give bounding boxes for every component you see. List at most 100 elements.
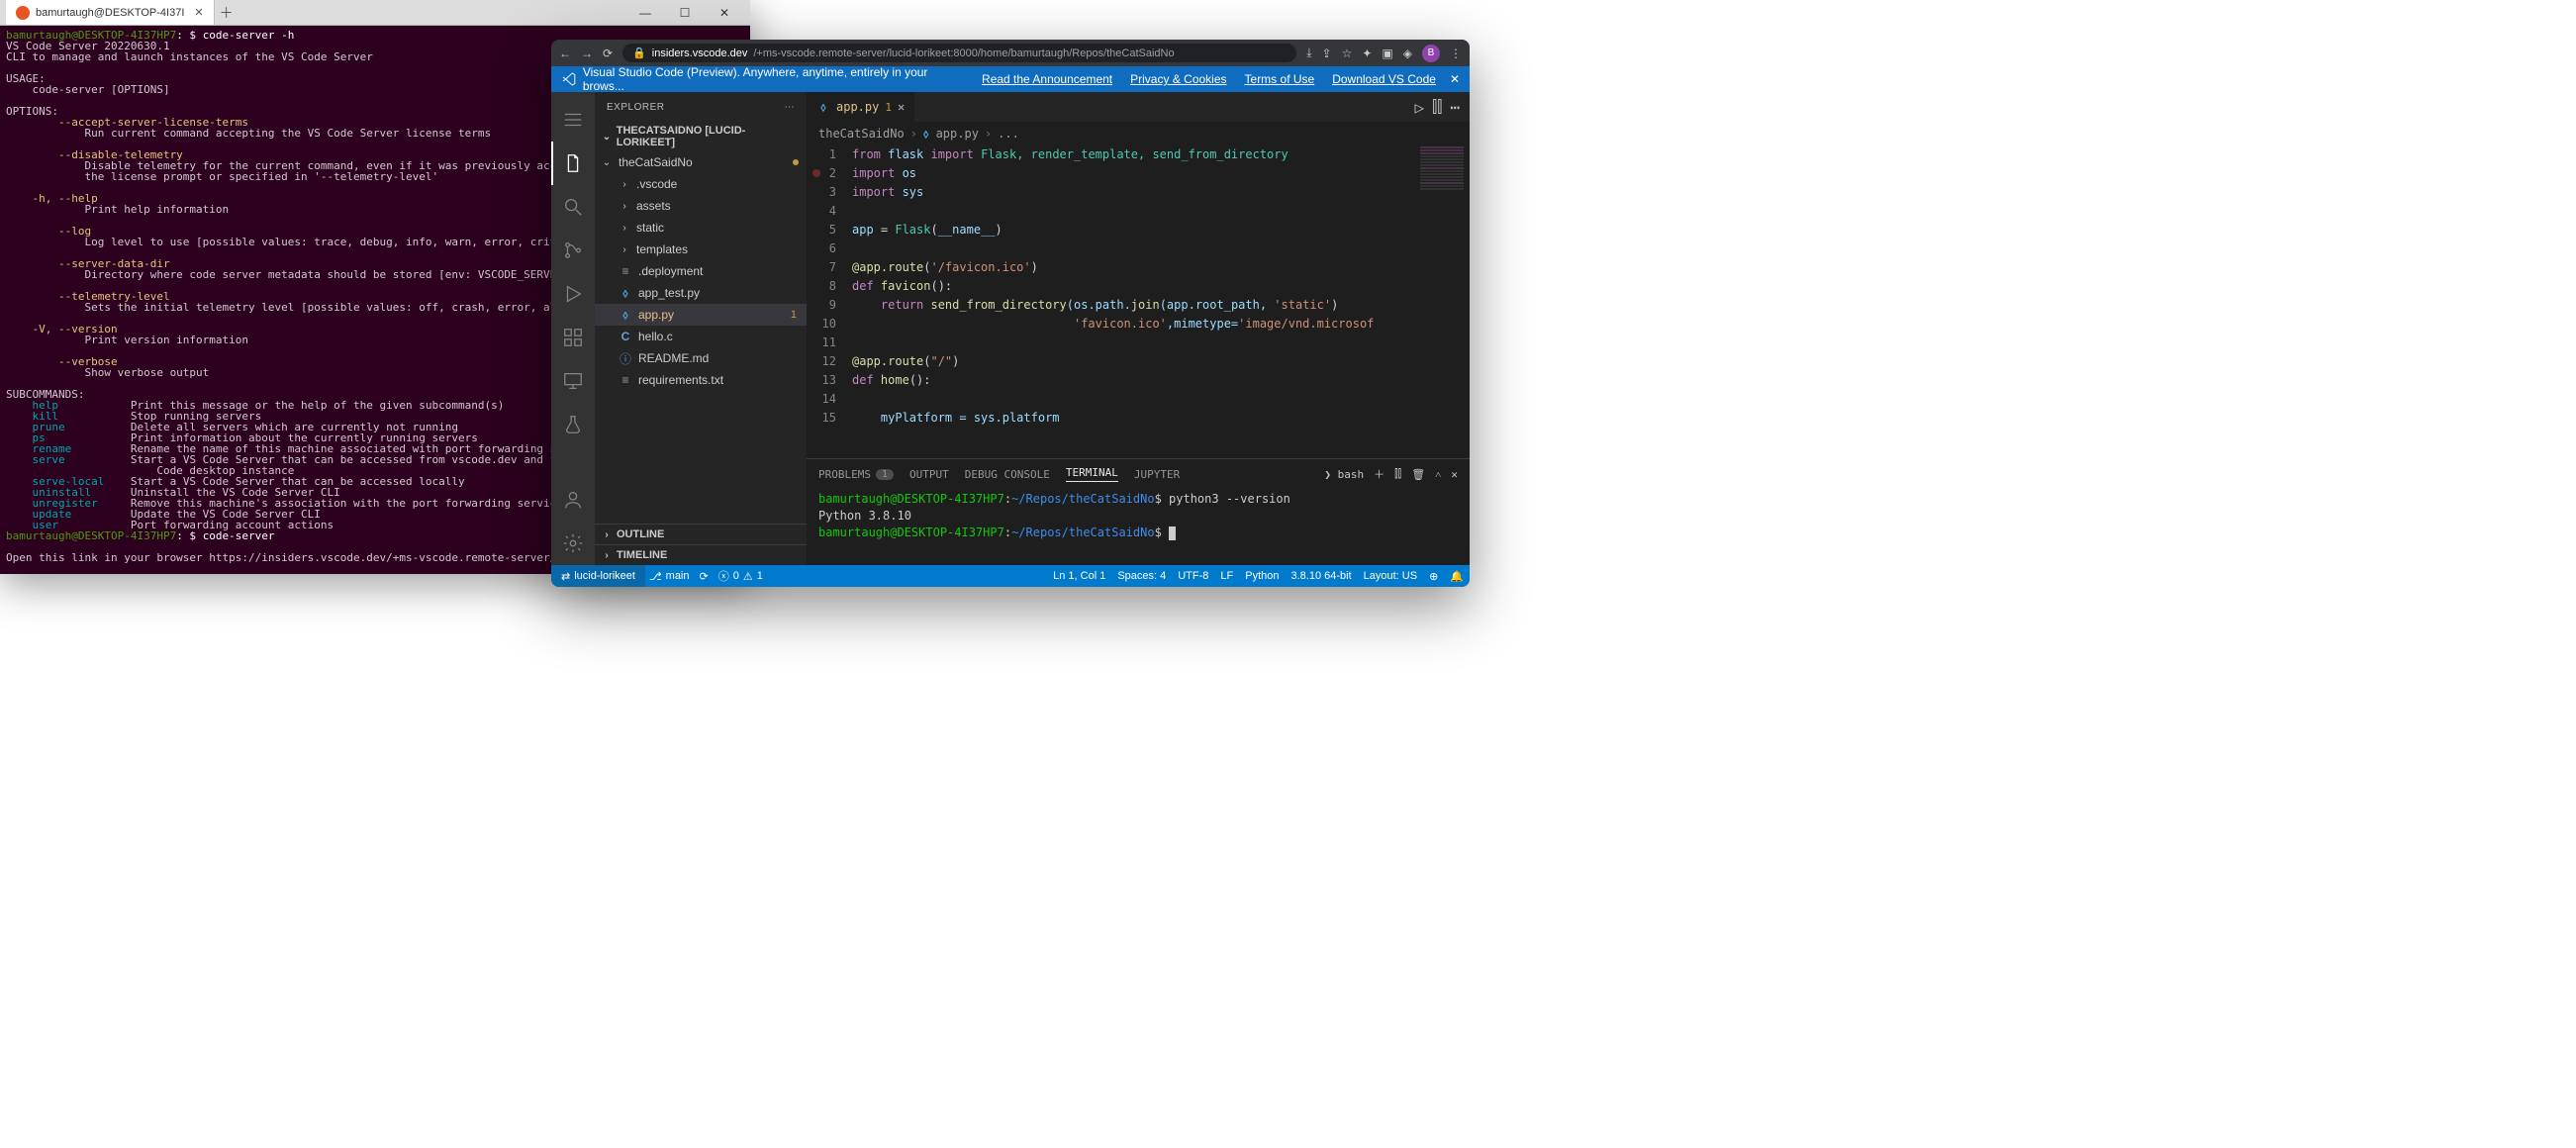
tree-file[interactable]: C hello.c [595,326,807,347]
cursor-position[interactable]: Ln 1, Col 1 [1053,570,1105,582]
shell-selector[interactable]: ❯ bash [1324,468,1364,481]
tree-folder[interactable]: › static [595,217,807,239]
sync-button[interactable]: ⟳ [700,570,709,583]
extension-icon-2[interactable]: ▣ [1382,47,1392,60]
accounts-icon[interactable] [551,478,595,522]
reload-button[interactable]: ⟳ [603,47,613,60]
outline-section[interactable]: › OUTLINE [595,524,807,544]
folder-name: static [636,221,664,235]
maximize-button[interactable]: ☐ [665,6,705,20]
extensions-icon[interactable] [551,316,595,359]
code-content[interactable]: from flask import Flask, render_template… [852,145,1470,458]
panel-tab-output[interactable]: OUTPUT [909,468,949,481]
panel-tab-problems[interactable]: PROBLEMS1 [818,468,894,481]
breadcrumb-separator: › [910,127,917,141]
terminal-panel[interactable]: bamurtaugh@DESKTOP-4I37HP7:~/Repos/theCa… [807,489,1470,565]
banner-link[interactable]: Read the Announcement [982,72,1112,86]
breadcrumb-item[interactable]: ... [998,127,1019,141]
split-editor-icon[interactable]: ⫿⫿ [1432,97,1442,117]
banner-link[interactable]: Privacy & Cookies [1130,72,1226,86]
encoding[interactable]: UTF-8 [1178,570,1208,582]
tree-file[interactable]: ⬨ app_test.py [595,282,807,304]
address-bar[interactable]: 🔒 insiders.vscode.dev/+ms-vscode.remote-… [622,44,1296,62]
close-button[interactable]: ✕ [705,6,744,20]
panel-actions: ❯ bash ＋ ⫿⫿ 🗑 ˄ ✕ [1324,466,1458,482]
tree-root[interactable]: ⌄ theCatSaidNo [595,151,807,173]
language-mode[interactable]: Python [1245,570,1279,582]
settings-icon[interactable] [551,522,595,565]
share-icon[interactable]: ⇪ [1322,47,1332,60]
run-button[interactable]: ▷ [1414,98,1424,117]
breadcrumbs[interactable]: theCatSaidNo›⬨ app.py›... [807,122,1470,145]
trash-icon[interactable]: 🗑 [1411,468,1425,481]
star-icon[interactable]: ☆ [1342,47,1353,60]
forward-button[interactable]: → [581,47,593,60]
new-tab-button[interactable]: ＋ [215,3,239,23]
eol[interactable]: LF [1220,570,1233,582]
remote-explorer-icon[interactable] [551,359,595,403]
explorer-sidebar: EXPLORER ⋯ ⌄ THECATSAIDNO [LUCID-LORIKEE… [595,92,807,565]
feedback-icon[interactable]: ⊕ [1429,570,1438,583]
back-button[interactable]: ← [559,47,571,60]
py-file-icon: ⬨ [619,286,632,301]
workspace-section[interactable]: ⌄ THECATSAIDNO [LUCID-LORIKEET] [595,122,807,151]
explorer-more-icon[interactable]: ⋯ [785,102,796,113]
bell-icon[interactable]: 🔔 [1450,570,1464,583]
menu-button[interactable]: ⋮ [1450,47,1462,60]
search-icon[interactable] [551,185,595,229]
banner-title: Visual Studio Code (Preview). Anywhere, … [583,65,968,93]
source-control-icon[interactable] [551,229,595,272]
indentation[interactable]: Spaces: 4 [1117,570,1166,582]
extension-icon-3[interactable]: ◈ [1403,47,1412,60]
new-terminal-icon[interactable]: ＋ [1374,466,1384,482]
terminal-tab[interactable]: bamurtaugh@DESKTOP-4I37I ✕ [6,0,215,25]
problems-indicator[interactable]: ⓧ0 ⚠1 [718,568,763,584]
close-banner-button[interactable]: ✕ [1450,72,1460,86]
timeline-section[interactable]: › TIMELINE [595,544,807,565]
tree-file[interactable]: ≡ .deployment [595,260,807,282]
tree-folder[interactable]: › templates [595,239,807,260]
more-icon[interactable]: ⋯ [1450,98,1460,117]
breadcrumb-item[interactable]: theCatSaidNo [818,127,905,141]
avatar[interactable]: B [1422,45,1440,62]
breakpoint-icon[interactable] [812,169,820,177]
panel-tab-terminal[interactable]: TERMINAL [1066,466,1118,482]
tab-name: app.py [836,100,879,114]
file-name: .deployment [638,264,703,278]
editor-tab[interactable]: ⬨ app.py 1 ✕ [807,92,915,122]
banner-link[interactable]: Terms of Use [1245,72,1315,86]
modified-dot-icon [793,159,799,165]
tab-badge: 1 [885,101,892,114]
chevron-up-icon[interactable]: ˄ [1435,468,1441,481]
layout[interactable]: Layout: US [1364,570,1417,582]
editor-tabbar: ⬨ app.py 1 ✕ ▷ ⫿⫿ ⋯ [807,92,1470,122]
run-debug-icon[interactable] [551,272,595,316]
extension-icon[interactable]: ✦ [1362,47,1372,60]
folder-name: assets [636,199,671,213]
banner-link[interactable]: Download VS Code [1332,72,1436,86]
close-panel-icon[interactable]: ✕ [1451,468,1458,481]
file-badge: 1 [791,309,797,321]
tree-file[interactable]: ⓘ README.md [595,347,807,369]
remote-indicator[interactable]: ⇄ lucid-lorikeet [551,565,645,587]
breadcrumb-item[interactable]: ⬨ app.py [923,127,979,142]
explorer-icon[interactable] [551,142,595,185]
testing-icon[interactable] [551,403,595,446]
tree-file[interactable]: ⬨ app.py 1 [595,304,807,326]
python-interpreter[interactable]: 3.8.10 64-bit [1291,570,1352,582]
branch-indicator[interactable]: ⎇ main [649,570,690,583]
minimap[interactable] [1414,145,1470,458]
tree-folder[interactable]: › .vscode [595,173,807,195]
tree-folder[interactable]: › assets [595,195,807,217]
tree-file[interactable]: ≡ requirements.txt [595,369,807,391]
panel-tab-debug-console[interactable]: DEBUG CONSOLE [965,468,1050,481]
close-tab-icon[interactable]: ✕ [898,100,905,114]
code-editor[interactable]: 123456789101112131415 from flask import … [807,145,1470,458]
minimize-button[interactable]: — [625,6,665,20]
menu-icon[interactable] [551,98,595,142]
txt-file-icon: ≡ [619,373,632,387]
close-tab-icon[interactable]: ✕ [194,6,203,19]
panel-tab-jupyter[interactable]: JUPYTER [1134,468,1180,481]
split-terminal-icon[interactable]: ⫿⫿ [1394,467,1401,481]
install-icon[interactable]: ⤓ [1306,46,1311,60]
